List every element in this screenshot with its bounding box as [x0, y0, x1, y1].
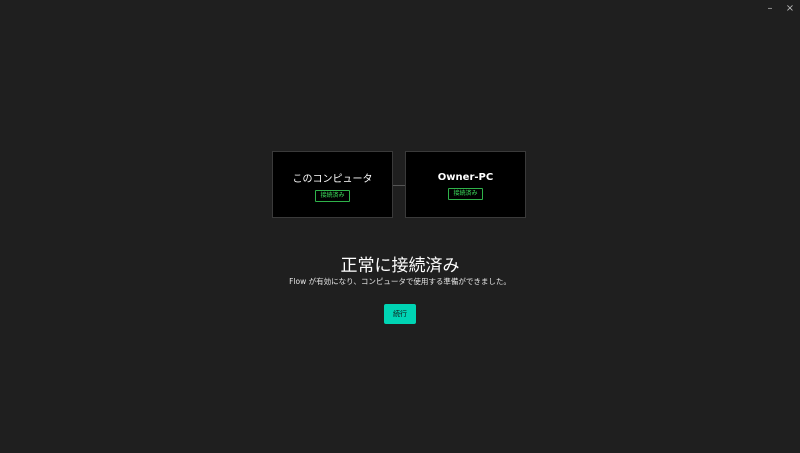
this-computer-card: このコンピュータ 接続済み: [272, 151, 393, 218]
window-controls: – ×: [760, 0, 800, 18]
this-computer-name: このコンピュータ: [292, 173, 373, 185]
close-button[interactable]: ×: [780, 0, 800, 18]
remote-computer-status-badge: 接続済み: [448, 187, 483, 200]
remote-computer-name: Owner-PC: [437, 171, 494, 183]
remote-computer-card: Owner-PC 接続済み: [405, 151, 526, 218]
this-computer-status-badge: 接続済み: [315, 189, 350, 202]
success-description: Flow が有効になり、コンピュータで使用する準備ができました。: [289, 277, 511, 286]
app-window: – × このコンピュータ 接続済み Owner-PC 接続済み 正常に接続済み …: [0, 0, 800, 453]
continue-button[interactable]: 続行: [384, 304, 416, 324]
success-headline: 正常に接続済み: [340, 256, 460, 276]
minimize-button[interactable]: –: [760, 0, 780, 18]
connection-diagram: このコンピュータ 接続済み Owner-PC 接続済み: [272, 151, 527, 219]
connection-line: [393, 185, 405, 186]
